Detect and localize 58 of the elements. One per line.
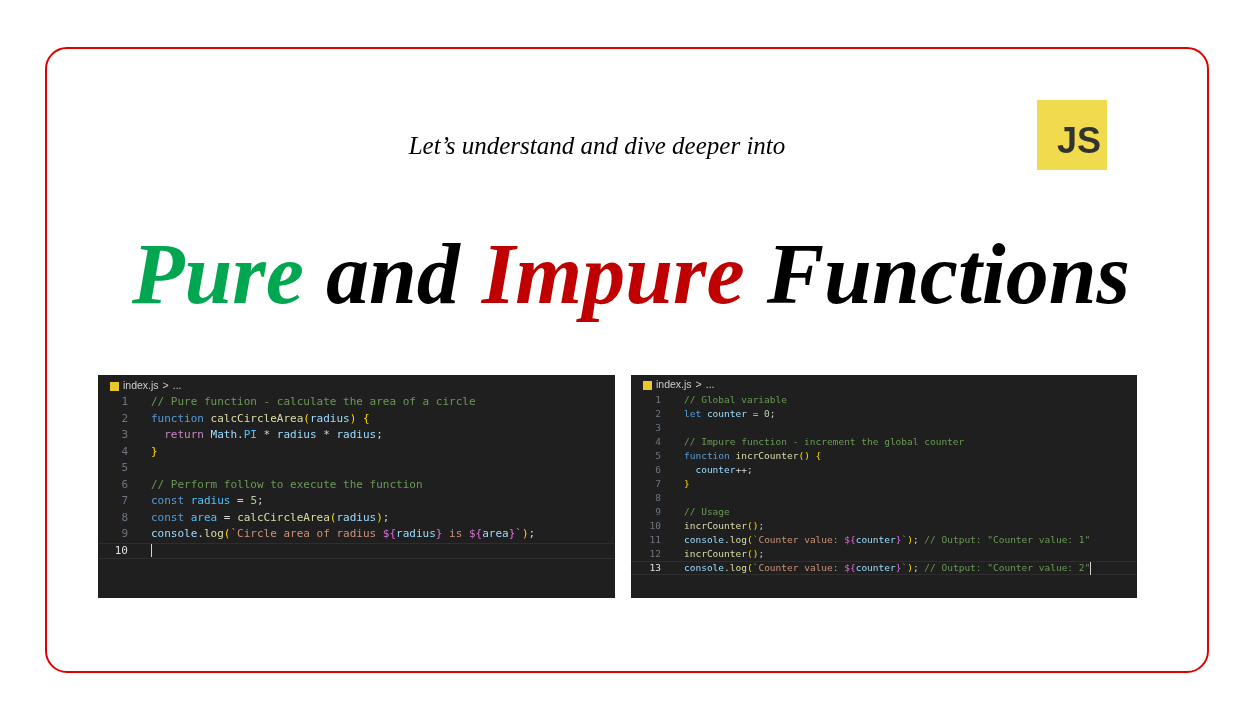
code-line: console.log(`Circle area of radius ${radius} is ${area}`);	[151, 526, 536, 542]
code-line: }	[151, 443, 158, 460]
title-word: Pure	[132, 224, 304, 324]
line-number: 6	[654, 462, 662, 477]
line-number: 7	[654, 476, 662, 491]
line-number: 2	[654, 406, 662, 421]
title-word: Impure	[481, 224, 745, 324]
code-line: const area = calcCircleArea(radius);	[151, 509, 390, 526]
breadcrumb-more[interactable]: ...	[705, 377, 715, 393]
line-number: 9	[120, 526, 129, 542]
breadcrumb-file[interactable]: index.js	[656, 377, 692, 393]
text-cursor	[1090, 561, 1092, 575]
breadcrumb-separator: >	[162, 378, 169, 394]
line-number: 6	[120, 476, 129, 493]
subtitle: Let’s understand and dive deeper into	[408, 131, 786, 161]
js-logo: JS	[1037, 100, 1107, 170]
code-line: const radius = 5;	[151, 493, 264, 509]
code-line: console.log(`Counter value: ${counter}`); // Output: "Counter value: 1"	[684, 532, 1091, 547]
code-line: counter++;	[694, 462, 753, 477]
line-number: 9	[654, 504, 662, 519]
js-file-icon	[643, 380, 652, 390]
line-number: 12	[648, 546, 662, 561]
code-line: console.log(`Counter value: ${counter}`); // Output: "Counter value: 2"	[684, 560, 1091, 575]
title-word: and	[326, 224, 460, 324]
code-line: incrCounter();	[684, 546, 765, 561]
code-line: incrCounter();	[684, 518, 765, 533]
breadcrumb-more[interactable]: ...	[172, 378, 182, 394]
line-number: 4	[120, 443, 129, 460]
code-line: function calcCircleArea(radius) {	[151, 410, 370, 427]
line-number: 8	[654, 490, 662, 505]
line-number: 1	[120, 394, 129, 410]
line-number: 4	[654, 434, 662, 449]
line-number: 3	[654, 420, 662, 435]
code-line: // Perform follow to execute the function	[151, 476, 423, 493]
code-line: return Math.PI * radius * radius;	[163, 427, 383, 443]
code-line: // Pure function - calculate the area of a circle	[151, 394, 476, 410]
line-number: 10	[113, 542, 129, 559]
line-number: 1	[654, 392, 662, 407]
code-line: let counter = 0;	[684, 406, 776, 421]
breadcrumb-file[interactable]: index.js	[123, 378, 159, 394]
text-cursor	[151, 544, 152, 558]
line-number: 3	[120, 427, 129, 443]
code-line: // Impure function - increment the global counter	[684, 434, 965, 449]
line-number: 5	[654, 448, 662, 463]
code-line: // Usage	[684, 504, 730, 519]
line-number: 8	[120, 509, 129, 526]
line-number: 2	[120, 410, 129, 427]
line-number: 7	[120, 493, 129, 509]
code-line: // Global variable	[684, 392, 787, 407]
title-word: Functions	[766, 224, 1130, 324]
code-line: }	[684, 476, 690, 491]
code-line: function incrCounter() {	[684, 448, 822, 463]
line-number: 5	[120, 460, 129, 476]
js-file-icon	[110, 381, 119, 391]
line-number: 10	[648, 518, 662, 533]
breadcrumb-separator: >	[695, 377, 702, 393]
line-number: 13	[648, 560, 662, 575]
line-number: 11	[648, 532, 662, 547]
